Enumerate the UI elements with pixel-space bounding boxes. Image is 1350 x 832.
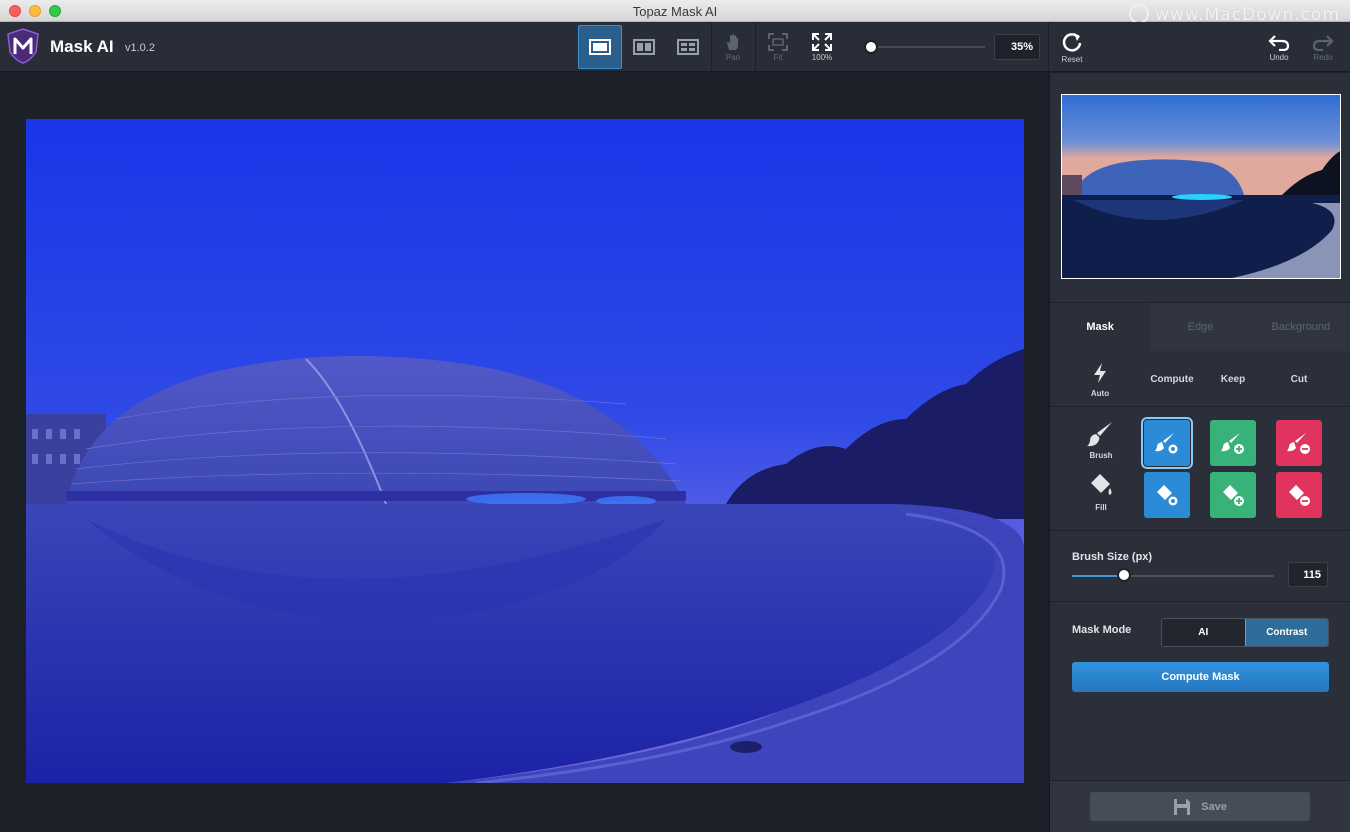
tab-mask[interactable]: Mask (1050, 303, 1151, 351)
main-photo-image (26, 119, 1024, 783)
top-toolbar: Mask AI v1.0.2 Pan Fit 100% 35% Reset Un… (0, 22, 1350, 72)
save-label: Save (1201, 800, 1227, 813)
pan-button[interactable]: Pan (711, 25, 755, 69)
single-view-icon (589, 39, 611, 55)
brush-size-label: Brush Size (px) (1072, 551, 1153, 563)
app-logo-icon (7, 28, 39, 64)
auto-button[interactable]: Auto (1080, 362, 1120, 398)
navigator-preview-image (1062, 95, 1340, 278)
main-photo[interactable] (26, 119, 1024, 783)
tab-background[interactable]: Background (1250, 303, 1350, 351)
navigator-preview[interactable] (1061, 94, 1341, 279)
panel-tabs: Mask Edge Background (1050, 303, 1350, 351)
paint-bucket-icon (1091, 474, 1112, 495)
fit-label: Fit (773, 52, 783, 62)
zoom-slider-handle[interactable] (864, 40, 878, 54)
fit-button[interactable]: Fit (756, 25, 800, 69)
compute-brush-button[interactable] (1141, 417, 1193, 469)
zoom-100-label: 100% (811, 52, 833, 62)
mask-mode-contrast-option[interactable]: Contrast (1244, 619, 1328, 646)
brush-size-slider-handle[interactable] (1117, 568, 1131, 582)
brush-tool[interactable]: Brush (1081, 419, 1121, 460)
cut-fill-button[interactable] (1276, 472, 1322, 518)
compute-brush-icon (1155, 433, 1178, 454)
reset-icon (1062, 32, 1082, 52)
fill-label: Fill (1095, 503, 1107, 512)
brush-size-value-field[interactable]: 115 (1288, 562, 1328, 587)
save-floppy-icon (1174, 798, 1191, 815)
keep-brush-icon (1221, 433, 1244, 454)
mask-mode-ai-option[interactable]: AI (1162, 619, 1245, 646)
single-view-button[interactable] (578, 25, 622, 69)
zoom-value-field[interactable]: 35% (994, 34, 1040, 60)
watermark-logo-icon (1129, 4, 1150, 24)
panel-footer: Save (1050, 780, 1350, 832)
redo-icon (1312, 34, 1334, 51)
keep-brush-button[interactable] (1210, 420, 1256, 466)
side-by-side-view-button[interactable] (622, 25, 666, 69)
zoom-100-button[interactable]: 100% (800, 25, 844, 69)
right-panel: Mask Edge Background Auto Compute Keep C… (1049, 73, 1350, 832)
undo-label: Undo (1269, 52, 1289, 62)
side-by-side-icon (633, 39, 655, 55)
mask-mode-label: Mask Mode (1072, 624, 1132, 636)
brush-label: Brush (1089, 451, 1113, 460)
hand-icon (727, 33, 738, 50)
compute-fill-icon (1157, 485, 1178, 506)
compute-fill-button[interactable] (1144, 472, 1190, 518)
pan-label: Pan (725, 52, 741, 62)
cut-fill-icon (1289, 485, 1310, 506)
redo-button[interactable]: Redo (1301, 25, 1345, 69)
lightning-icon (1094, 363, 1106, 383)
split-view-button[interactable] (666, 25, 710, 69)
cut-brush-button[interactable] (1276, 420, 1322, 466)
undo-button[interactable]: Undo (1257, 25, 1301, 69)
auto-label: Auto (1090, 389, 1110, 398)
tab-edge[interactable]: Edge (1150, 303, 1251, 351)
mode-row: Auto Compute Keep Cut (1050, 360, 1350, 406)
compute-mask-button[interactable]: Compute Mask (1072, 662, 1329, 692)
keep-fill-icon (1223, 485, 1244, 506)
cut-brush-icon (1287, 433, 1310, 454)
title-bar: Topaz Mask AI www.MacDown.com (0, 0, 1350, 25)
split-view-icon (677, 39, 699, 55)
reset-label: Reset (1061, 54, 1083, 64)
brush-icon (1087, 422, 1112, 447)
compute-column-label: Compute (1150, 374, 1194, 385)
zoom-slider-track[interactable] (870, 46, 985, 48)
undo-icon (1268, 34, 1290, 51)
mask-mode-toggle: AI Contrast (1161, 618, 1329, 647)
app-version: v1.0.2 (125, 42, 155, 54)
image-canvas[interactable] (0, 73, 1048, 832)
expand-icon (812, 32, 832, 51)
cut-column-label: Cut (1290, 374, 1308, 385)
reset-button[interactable]: Reset (1050, 25, 1094, 69)
redo-label: Redo (1313, 52, 1333, 62)
app-name: Mask AI (50, 37, 114, 56)
keep-fill-button[interactable] (1210, 472, 1256, 518)
fit-icon (768, 32, 788, 51)
fill-tool[interactable]: Fill (1081, 471, 1121, 512)
save-button[interactable]: Save (1090, 792, 1310, 821)
keep-column-label: Keep (1220, 374, 1246, 385)
